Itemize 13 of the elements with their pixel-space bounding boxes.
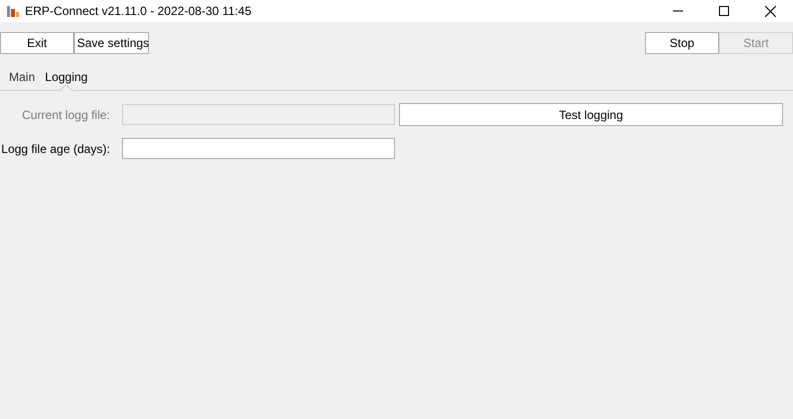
field-label: Logg file age (days): <box>0 140 111 158</box>
tab[interactable]: Logging <box>40 66 93 86</box>
input-field[interactable] <box>122 138 395 159</box>
app-logo-icon <box>6 4 20 18</box>
toolbar-button[interactable]: Save settings <box>74 32 149 54</box>
toolbar-button[interactable]: Exit <box>0 32 74 54</box>
field-label: Current logg file: <box>20 106 111 124</box>
close-icon <box>764 6 776 16</box>
toolbar-button[interactable]: Stop <box>645 32 719 54</box>
maximize-icon <box>719 6 729 16</box>
test-logging-button[interactable]: Test logging <box>399 103 783 126</box>
tab[interactable]: Main <box>4 66 40 86</box>
window-title: ERP-Connect v21.11.0 - 2022-08-30 11:45 <box>25 3 252 20</box>
